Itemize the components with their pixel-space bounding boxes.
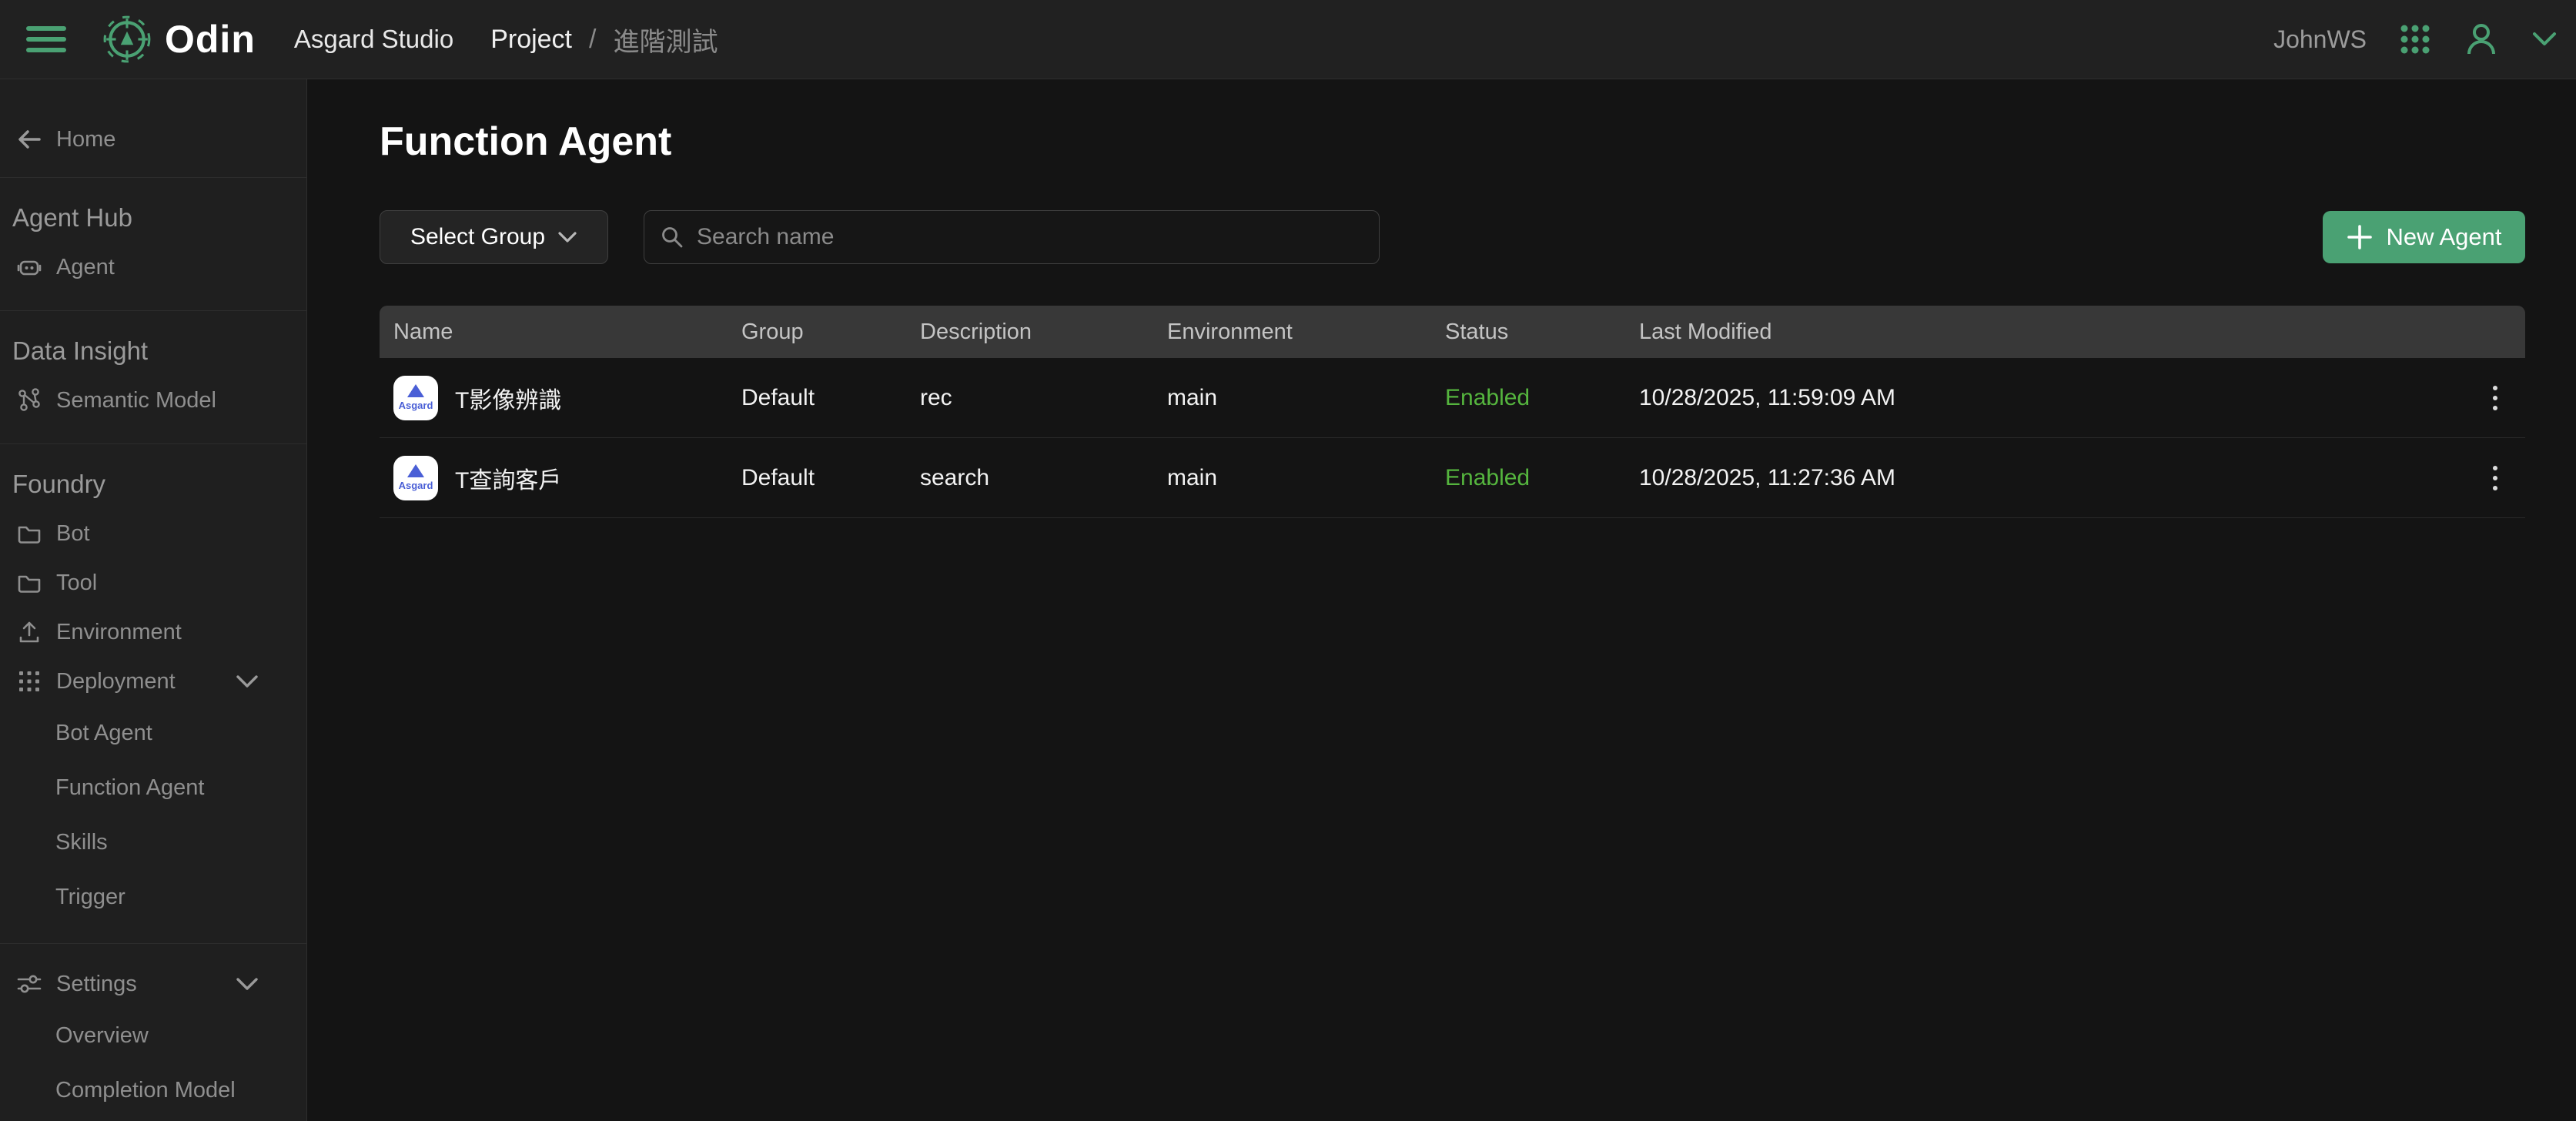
row-actions-kebab-icon[interactable] [2485, 460, 2505, 497]
agent-name-cell: Asgard T查詢客戶 [393, 456, 741, 500]
breadcrumb-project[interactable]: Project [490, 25, 572, 55]
sidebar-item-label: Semantic Model [56, 388, 216, 413]
sidebar-item-settings[interactable]: Settings [0, 959, 306, 1009]
chevron-down-icon[interactable] [236, 669, 259, 694]
sidebar-item-label: Deployment [56, 669, 176, 694]
sidebar-item-environment[interactable]: Environment [0, 607, 306, 657]
network-icon [15, 386, 43, 414]
toolbar: Select Group New Agent [380, 210, 2525, 264]
header-right-group: JohnWS [2273, 22, 2558, 57]
agent-icon-label: Asgard [399, 400, 433, 411]
folder-icon [15, 569, 43, 597]
username-label: JohnWS [2273, 25, 2367, 54]
table-header: Name Group Description Environment Statu… [380, 306, 2525, 358]
status-badge: Enabled [1445, 465, 1639, 491]
top-header: Odin Asgard Studio Project / 進階測試 JohnWS [0, 0, 2576, 79]
new-agent-button[interactable]: New Agent [2323, 211, 2525, 263]
sidebar-item-completion-model[interactable]: Completion Model [0, 1063, 306, 1118]
agent-group: Default [741, 465, 920, 491]
apps-grid-icon[interactable] [2399, 23, 2431, 55]
agent-name: T查詢客戶 [455, 461, 561, 495]
back-arrow-icon [15, 125, 43, 153]
asgard-agent-icon: Asgard [393, 456, 438, 500]
sidebar-section-foundry: Foundry [0, 460, 306, 509]
agent-name-cell: Asgard T影像辨識 [393, 376, 741, 420]
search-icon [660, 225, 684, 249]
hamburger-menu-icon[interactable] [26, 26, 66, 52]
sidebar-item-label: Agent [56, 255, 115, 280]
sidebar-item-label: Settings [56, 972, 137, 997]
sidebar-item-overview[interactable]: Overview [0, 1009, 306, 1063]
breadcrumb: Project / 進階測試 [490, 21, 718, 59]
sidebar-item-bot[interactable]: Bot [0, 509, 306, 558]
triangle-glyph [407, 464, 424, 477]
sidebar-item-semantic-model[interactable]: Semantic Model [0, 376, 306, 425]
table-row[interactable]: Asgard T查詢客戶 Default search main Enabled… [380, 438, 2525, 518]
agent-environment: main [1167, 465, 1445, 491]
odin-logo-icon [102, 14, 152, 65]
sidebar: Home Agent Hub Agent Data Insigh [0, 79, 307, 1121]
sidebar-item-label: Tool [56, 571, 97, 596]
column-header-environment: Environment [1167, 320, 1445, 345]
triangle-glyph [407, 384, 424, 397]
brand-name: Odin [165, 17, 256, 62]
agent-name: T影像辨識 [455, 381, 561, 415]
account-chevron-down-icon[interactable] [2531, 31, 2558, 48]
sidebar-item-trigger[interactable]: Trigger [0, 870, 306, 925]
sidebar-section-data-insight: Data Insight [0, 326, 306, 376]
sidebar-item-skills[interactable]: Skills [0, 815, 306, 870]
main-content: Function Agent Select Group [307, 79, 2576, 1121]
table-row[interactable]: Asgard T影像辨識 Default rec main Enabled 10… [380, 358, 2525, 438]
grid-dots-icon [15, 668, 43, 695]
sidebar-item-home[interactable]: Home [0, 115, 306, 164]
chevron-down-icon [557, 231, 577, 243]
sidebar-item-function-agent[interactable]: Function Agent [0, 761, 306, 815]
new-agent-label: New Agent [2387, 223, 2502, 251]
sidebar-section-agent-hub: Agent Hub [0, 193, 306, 243]
chevron-down-icon[interactable] [236, 972, 259, 997]
page-title: Function Agent [380, 119, 2525, 164]
agent-last-modified: 10/28/2025, 11:59:09 AM [1639, 385, 2459, 411]
asgard-agent-icon: Asgard [393, 376, 438, 420]
sidebar-item-label: Environment [56, 620, 182, 645]
column-header-name: Name [393, 320, 741, 345]
sidebar-item-bot-agent[interactable]: Bot Agent [0, 706, 306, 761]
breadcrumb-current[interactable]: 進階測試 [613, 21, 718, 59]
sidebar-item-deployment[interactable]: Deployment [0, 657, 306, 706]
select-group-label: Select Group [410, 224, 545, 250]
sidebar-item-agent[interactable]: Agent [0, 243, 306, 292]
agent-environment: main [1167, 385, 1445, 411]
agent-group: Default [741, 385, 920, 411]
plus-icon [2347, 224, 2373, 250]
select-group-dropdown[interactable]: Select Group [380, 210, 608, 264]
status-badge: Enabled [1445, 385, 1639, 411]
column-header-description: Description [920, 320, 1167, 345]
breadcrumb-separator: / [589, 25, 596, 55]
agent-table: Name Group Description Environment Statu… [380, 306, 2525, 518]
column-header-last-modified: Last Modified [1639, 320, 2459, 345]
app-name[interactable]: Asgard Studio [294, 25, 453, 54]
agent-description: search [920, 465, 1167, 491]
user-avatar-icon[interactable] [2464, 22, 2499, 57]
robot-icon [15, 253, 43, 281]
search-input[interactable] [697, 224, 1363, 250]
agent-icon-label: Asgard [399, 480, 433, 491]
folder-icon [15, 520, 43, 547]
agent-description: rec [920, 385, 1167, 411]
upload-icon [15, 618, 43, 646]
sliders-icon [15, 970, 43, 998]
row-actions-kebab-icon[interactable] [2485, 380, 2505, 417]
agent-last-modified: 10/28/2025, 11:27:36 AM [1639, 465, 2459, 491]
column-header-group: Group [741, 320, 920, 345]
sidebar-item-tool[interactable]: Tool [0, 558, 306, 607]
column-header-status: Status [1445, 320, 1639, 345]
sidebar-item-label: Home [56, 127, 115, 152]
sidebar-item-label: Bot [56, 521, 90, 547]
search-box [644, 210, 1380, 264]
